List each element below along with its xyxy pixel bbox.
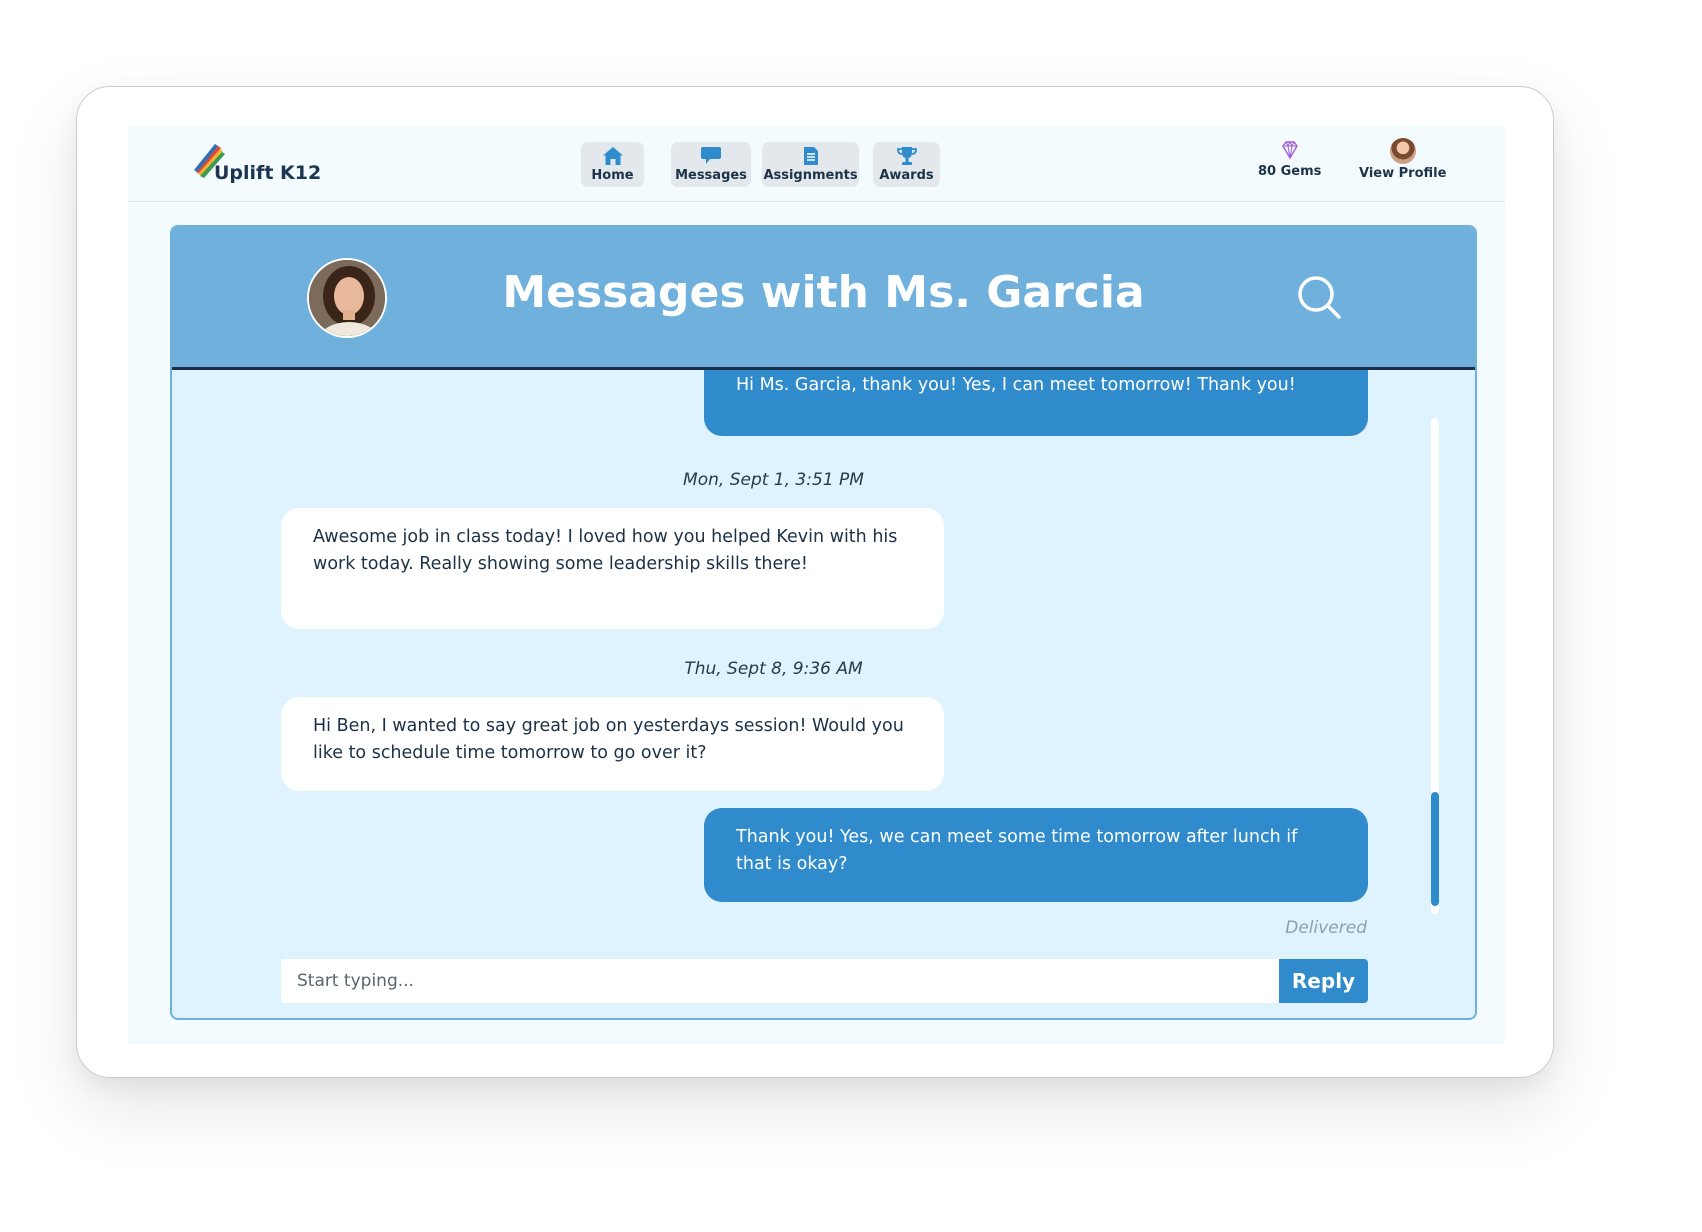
message-bubble-sent: Hi Ms. Garcia, thank you! Yes, I can mee… — [704, 370, 1368, 436]
nav-messages-label: Messages — [675, 168, 747, 183]
nav-assignments-label: Assignments — [763, 168, 858, 183]
message-timestamp: Mon, Sept 1, 3:51 PM — [683, 470, 864, 490]
top-nav: Uplift K12 Home Messages Assignments Awa… — [128, 126, 1505, 202]
message-text: Hi Ms. Garcia, thank you! Yes, I can mee… — [736, 375, 1296, 395]
delivery-status: Delivered — [1285, 918, 1367, 938]
message-text: Hi Ben, I wanted to say great job on yes… — [313, 716, 904, 763]
message-thread: Hi Ms. Garcia, thank you! Yes, I can mee… — [172, 370, 1475, 1018]
nav-assignments[interactable]: Assignments — [762, 142, 859, 187]
message-text: Awesome job in class today! I loved how … — [313, 527, 898, 574]
logo-text: Uplift K12 — [214, 162, 322, 184]
nav-awards[interactable]: Awards — [873, 142, 940, 187]
scrollbar-thumb[interactable] — [1431, 792, 1439, 906]
logo[interactable]: Uplift K12 — [192, 140, 322, 190]
gem-icon — [1281, 140, 1298, 160]
view-profile-link[interactable]: View Profile — [1359, 138, 1446, 181]
search-button[interactable] — [1295, 273, 1343, 325]
reply-button[interactable]: Reply — [1279, 959, 1368, 1003]
message-input[interactable] — [281, 959, 1278, 1003]
conversation-header: Messages with Ms. Garcia — [172, 227, 1475, 370]
home-icon — [602, 147, 623, 165]
search-icon — [1298, 276, 1341, 319]
composer: Reply — [281, 959, 1368, 1003]
message-bubble-sent: Thank you! Yes, we can meet some time to… — [704, 808, 1368, 902]
user-avatar — [1389, 138, 1416, 164]
message-bubble-received: Hi Ben, I wanted to say great job on yes… — [281, 697, 944, 791]
gems-counter[interactable]: 80 Gems — [1258, 138, 1321, 179]
document-icon — [803, 147, 818, 165]
view-profile-label: View Profile — [1359, 166, 1447, 181]
nav-awards-label: Awards — [879, 168, 934, 183]
messages-panel: Messages with Ms. Garcia Hi Ms. Garcia, … — [170, 225, 1477, 1020]
gems-label: 80 Gems — [1258, 164, 1322, 179]
conversation-title: Messages with Ms. Garcia — [502, 267, 1145, 318]
message-text: Thank you! Yes, we can meet some time to… — [736, 827, 1298, 874]
app-screen: Uplift K12 Home Messages Assignments Awa… — [128, 126, 1505, 1044]
nav-home-label: Home — [591, 168, 634, 183]
nav-messages[interactable]: Messages — [671, 142, 751, 187]
nav-home[interactable]: Home — [581, 142, 644, 187]
chat-bubble-icon — [701, 147, 721, 164]
trophy-icon — [896, 147, 917, 165]
message-timestamp: Thu, Sept 8, 9:36 AM — [684, 659, 863, 679]
message-bubble-received: Awesome job in class today! I loved how … — [281, 508, 944, 629]
